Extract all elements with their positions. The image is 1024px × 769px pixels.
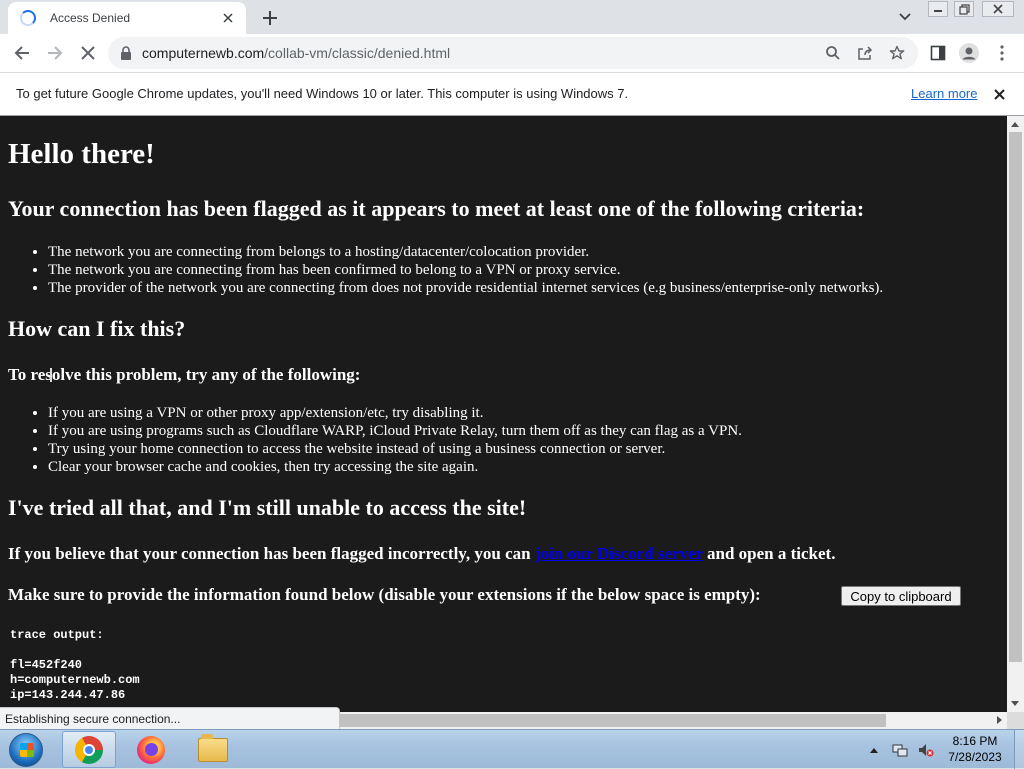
scroll-up-arrow-icon[interactable] [1011, 122, 1019, 127]
clock-time: 8:16 PM [952, 734, 998, 748]
firefox-icon [137, 735, 165, 764]
taskbar-firefox-button[interactable] [124, 731, 178, 768]
window-close-button[interactable] [982, 1, 1014, 17]
page-content: Hello there! Your connection has been fl… [0, 116, 1007, 712]
chrome-menu-icon[interactable] [990, 41, 1014, 65]
url-text[interactable]: computernewb.com/collab-vm/classic/denie… [142, 45, 450, 61]
taskbar-chrome-button[interactable] [62, 731, 116, 768]
learn-more-link[interactable]: Learn more [911, 86, 977, 101]
infobar-message: To get future Google Chrome updates, you… [16, 86, 629, 101]
trace-line: fl=452f240 [10, 658, 83, 672]
list-item: If you are using a VPN or other proxy ap… [48, 404, 742, 422]
taskbar-explorer-button[interactable] [186, 731, 240, 768]
back-button[interactable] [10, 41, 34, 65]
tab-strip: Access Denied [0, 0, 1024, 34]
trace-line: h=computernewb.com [10, 673, 140, 687]
list-item: The network you are connecting from belo… [48, 243, 883, 261]
share-icon[interactable] [856, 44, 874, 62]
resolve-heading: To resolve this problem, try any of the … [8, 365, 361, 384]
tried-heading: I've tried all that, and I'm still unabl… [8, 495, 527, 520]
list-item: If you are using programs such as Cloudf… [48, 422, 742, 440]
window-minimize-button[interactable] [928, 1, 948, 17]
clock-date: 7/28/2023 [948, 750, 1002, 764]
vertical-scrollbar[interactable] [1007, 116, 1024, 712]
update-infobar: To get future Google Chrome updates, you… [0, 72, 1024, 116]
system-tray [866, 734, 934, 766]
list-item: Try using your home connection to access… [48, 440, 742, 458]
flagged-heading: Your connection has been flagged as it a… [8, 196, 865, 221]
provide-info-paragraph: Make sure to provide the information fou… [8, 585, 761, 604]
folder-icon [198, 733, 228, 762]
trace-label: trace output: [10, 628, 104, 642]
copy-to-clipboard-button[interactable]: Copy to clipboard [841, 586, 961, 606]
search-icon[interactable] [824, 44, 842, 62]
list-item: The network you are connecting from has … [48, 261, 883, 279]
criteria-list: The network you are connecting from belo… [48, 243, 883, 297]
profile-avatar-icon[interactable] [957, 41, 981, 65]
status-bubble: Establishing secure connection... [0, 707, 340, 729]
discord-link[interactable]: join our Discord server [535, 544, 703, 563]
tab-access-denied[interactable]: Access Denied [8, 2, 246, 34]
incorrect-paragraph: If you believe that your connection has … [8, 544, 836, 563]
forward-button[interactable] [43, 41, 67, 65]
address-bar[interactable]: computernewb.com/collab-vm/classic/denie… [108, 37, 918, 69]
list-item: The provider of the network you are conn… [48, 279, 883, 297]
window-restore-button[interactable] [954, 1, 974, 17]
network-icon[interactable] [892, 742, 908, 758]
lock-icon[interactable] [120, 46, 132, 60]
fix-heading: How can I fix this? [8, 316, 186, 341]
loading-spinner-icon [20, 10, 36, 26]
bookmark-star-icon[interactable] [888, 44, 906, 62]
infobar-close-icon[interactable] [990, 85, 1008, 103]
trace-line: ip=143.244.47.86 [10, 688, 126, 702]
system-clock[interactable]: 8:16 PM 7/28/2023 [940, 733, 1010, 765]
start-button[interactable] [6, 732, 46, 768]
scroll-down-arrow-icon[interactable] [1011, 701, 1019, 706]
stop-loading-button[interactable] [76, 41, 100, 65]
side-panel-icon[interactable] [926, 41, 950, 65]
show-desktop-button[interactable] [1014, 730, 1024, 769]
tab-close-icon[interactable] [220, 10, 236, 26]
vertical-scroll-thumb[interactable] [1009, 132, 1022, 662]
windows-logo-icon [9, 733, 43, 767]
text-cursor-icon [50, 368, 52, 382]
fixes-list: If you are using a VPN or other proxy ap… [48, 404, 742, 476]
tab-title: Access Denied [50, 11, 131, 25]
new-tab-button[interactable] [258, 6, 282, 30]
list-item: Clear your browser cache and cookies, th… [48, 458, 742, 476]
windows-taskbar: 8:16 PM 7/28/2023 [0, 729, 1024, 769]
show-hidden-icons-icon[interactable] [866, 742, 882, 758]
chrome-icon [75, 735, 103, 764]
tab-search-chevron-icon[interactable] [894, 6, 916, 28]
browser-toolbar: computernewb.com/collab-vm/classic/denie… [0, 34, 1024, 72]
scrollbar-corner [1007, 712, 1024, 729]
scroll-right-arrow-icon[interactable] [997, 716, 1002, 724]
page-title: Hello there! [8, 138, 155, 170]
volume-muted-icon[interactable] [918, 742, 934, 758]
horizontal-scroll-thumb[interactable] [338, 714, 886, 727]
